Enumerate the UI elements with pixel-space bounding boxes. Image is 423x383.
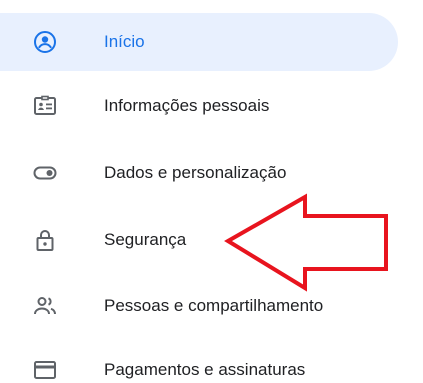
sidebar-item-label: Início <box>104 32 145 51</box>
sidebar-item-label: Pessoas e compartilhamento <box>104 296 324 315</box>
sidebar-item-seguranca[interactable]: Segurança <box>0 211 398 269</box>
sidebar-item-label: Segurança <box>104 230 187 249</box>
account-page: Início Informações pessoais Dados e pers… <box>0 0 423 383</box>
lock-icon <box>33 228 57 252</box>
credit-card-icon <box>33 358 57 382</box>
sidebar-item-label: Informações pessoais <box>104 96 270 115</box>
sidebar-item-pagamentos-e-assinaturas[interactable]: Pagamentos e assinaturas <box>0 341 398 383</box>
sidebar-item-inicio[interactable]: Início <box>0 13 398 71</box>
account-circle-icon <box>33 30 57 54</box>
sidebar-item-dados-e-personalizacao[interactable]: Dados e personalização <box>0 144 398 202</box>
toggle-icon <box>33 161 57 185</box>
sidebar-item-label: Dados e personalização <box>104 163 287 182</box>
sidebar-item-pessoas-e-compartilhamento[interactable]: Pessoas e compartilhamento <box>0 277 398 335</box>
sidebar-item-informacoes-pessoais[interactable]: Informações pessoais <box>0 77 398 135</box>
sidebar-item-label: Pagamentos e assinaturas <box>104 360 306 379</box>
id-card-icon <box>33 94 57 118</box>
people-icon <box>33 294 57 318</box>
